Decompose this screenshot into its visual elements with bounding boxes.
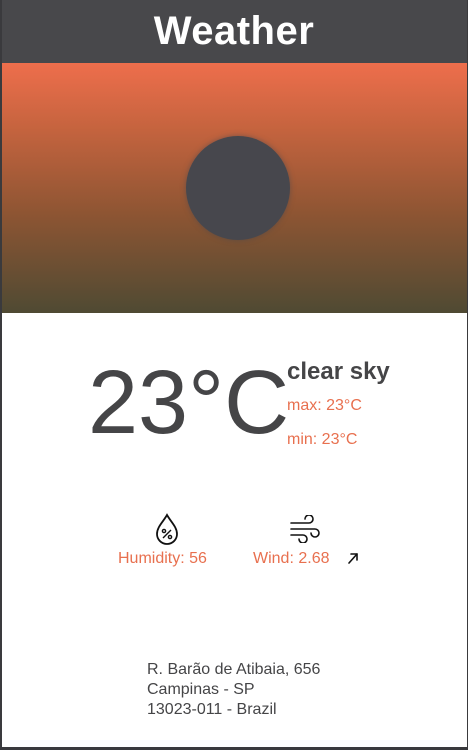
max-temperature: max: 23°C xyxy=(287,397,362,414)
wind-direction-arrow-icon xyxy=(348,553,358,564)
weather-hero-image xyxy=(2,63,467,313)
sun-icon xyxy=(186,136,290,240)
app-header: Weather xyxy=(0,0,468,63)
address-postal: 13023-011 - Brazil xyxy=(147,701,277,718)
wind-icon xyxy=(290,515,320,543)
address-street: R. Barão de Atibaia, 656 xyxy=(147,661,321,678)
min-temperature: min: 23°C xyxy=(287,431,358,448)
humidity-value: Humidity: 56 xyxy=(118,550,207,567)
current-temperature: 23°C xyxy=(88,353,290,453)
location-address: R. Barão de Atibaia, 656 Campinas - SP 1… xyxy=(147,660,320,720)
humidity-drop-icon xyxy=(156,513,178,545)
address-city: Campinas - SP xyxy=(147,681,255,698)
wind-speed-value: Wind: 2.68 xyxy=(253,550,330,567)
app-title: Weather xyxy=(153,9,315,53)
weather-description: clear sky xyxy=(287,358,390,385)
